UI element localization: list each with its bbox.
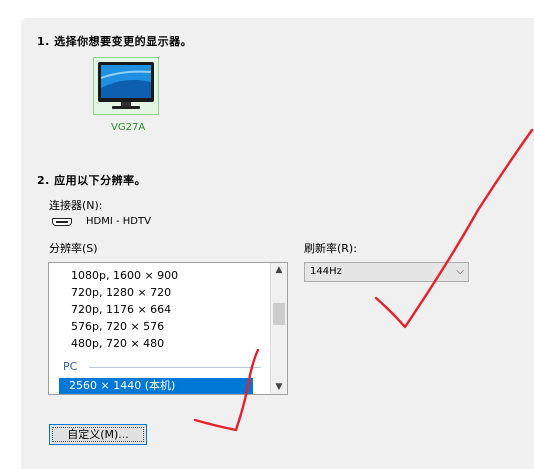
resolution-label: 分辨率(S) (49, 242, 98, 255)
refresh-label: 刷新率(R): (304, 242, 357, 255)
step2-heading: 2. 应用以下分辨率。 (37, 174, 147, 187)
list-item[interactable]: 720p, 1176 × 664 (71, 303, 171, 316)
chevron-down-icon: ⌵ (456, 266, 464, 277)
scroll-up-icon[interactable]: ▲ (271, 265, 287, 275)
list-item[interactable]: 720p, 1280 × 720 (71, 286, 171, 299)
customize-button-label: 自定义(M)... (67, 428, 129, 441)
refresh-rate-select[interactable]: 144Hz ⌵ (304, 262, 469, 282)
list-item-selected[interactable]: 2560 × 1440 (本机) (59, 378, 253, 394)
list-item[interactable]: 1080p, 1600 × 900 (71, 269, 178, 282)
list-item[interactable]: 576p, 720 × 576 (71, 320, 164, 333)
listbox-scrollbar[interactable]: ▲ ▼ (270, 263, 287, 394)
customize-button[interactable]: 自定义(M)... (49, 424, 147, 445)
refresh-rate-value: 144Hz (310, 266, 342, 277)
scroll-down-icon[interactable]: ▼ (271, 382, 287, 392)
connector-label: 连接器(N): (49, 199, 103, 212)
scroll-thumb[interactable] (273, 303, 285, 325)
connector-value: HDMI - HDTV (86, 216, 151, 227)
hdmi-connector-icon (52, 218, 72, 226)
resolution-listbox[interactable]: 1080p, 1600 × 900 720p, 1280 × 720 720p,… (48, 262, 288, 395)
monitor-icon (98, 62, 154, 109)
group-label-pc: PC (63, 360, 78, 373)
monitor-tile[interactable] (93, 57, 159, 115)
list-item[interactable]: 480p, 720 × 480 (71, 337, 164, 350)
step1-heading: 1. 选择你想要变更的显示器。 (37, 35, 193, 48)
group-divider (89, 367, 261, 368)
monitor-label: VG27A (111, 122, 146, 133)
